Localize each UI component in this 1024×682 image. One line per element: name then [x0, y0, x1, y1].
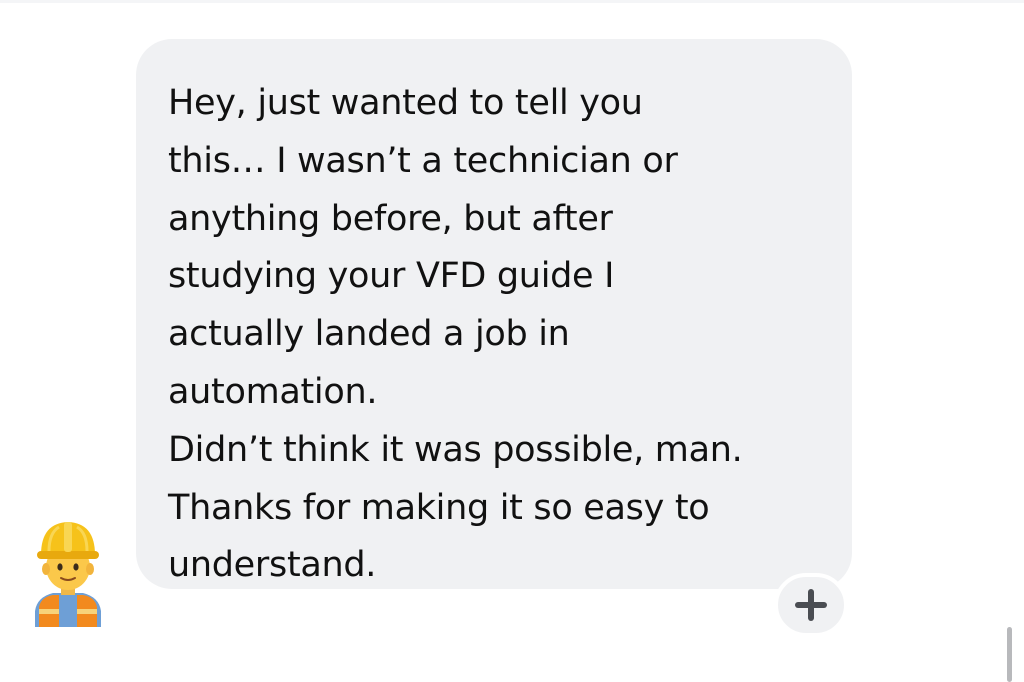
message-bubble[interactable]: Hey, just wanted to tell you this… I was…: [136, 39, 852, 589]
message-line: automation.: [168, 371, 378, 412]
construction-worker-icon: [35, 522, 101, 627]
message-line: understand.: [168, 545, 377, 586]
add-reaction-button[interactable]: [774, 573, 848, 637]
message-line: Didn’t think it was possible, man.: [168, 429, 743, 470]
scrollbar[interactable]: [1007, 627, 1012, 682]
message-line: Thanks for making it so easy to: [168, 487, 710, 528]
message-line: actually landed a job in: [168, 314, 570, 355]
top-divider: [0, 0, 1024, 3]
plus-icon: [795, 589, 827, 621]
message-line: Hey, just wanted to tell you: [168, 83, 643, 123]
message-line: studying your VFD guide I: [168, 256, 615, 297]
sender-avatar[interactable]: [29, 515, 107, 627]
message-line: this… I wasn’t a technician or: [168, 140, 678, 181]
message-line: anything before, but after: [168, 198, 613, 239]
